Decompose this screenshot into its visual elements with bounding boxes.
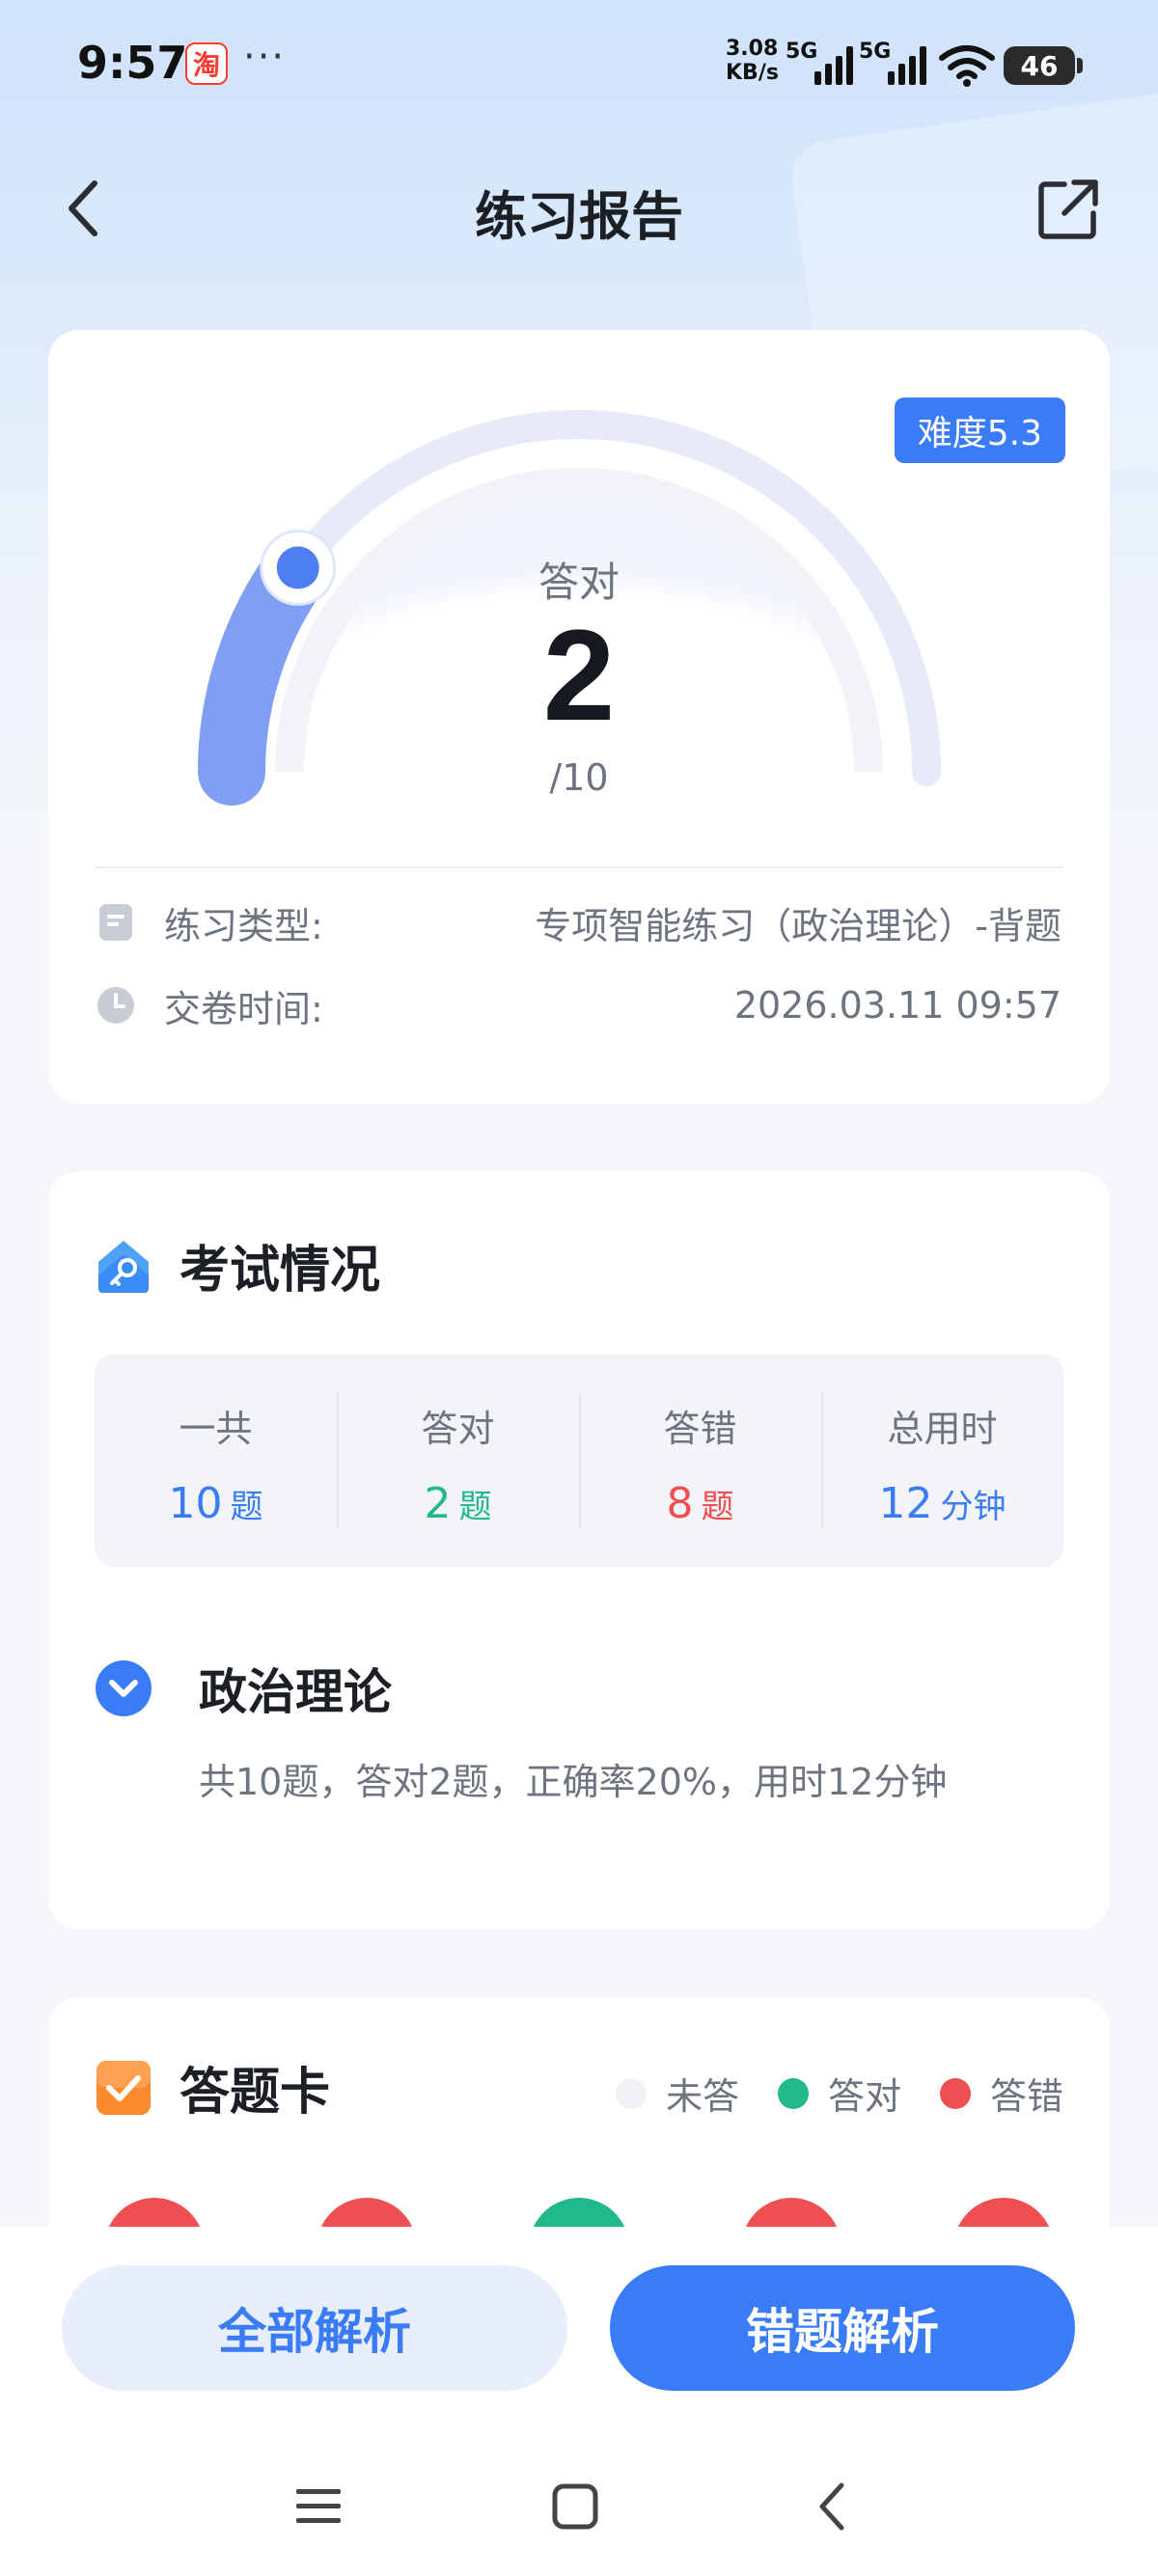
chevron-down-circle-icon[interactable] bbox=[95, 1659, 152, 1717]
document-icon bbox=[96, 903, 135, 942]
stat-time-value: 12 bbox=[878, 1479, 933, 1528]
system-nav-bar bbox=[0, 2449, 1158, 2564]
nav-home-button[interactable] bbox=[537, 2468, 614, 2545]
legend-unanswered-dot bbox=[615, 2077, 647, 2109]
stat-correct-label: 答对 bbox=[421, 1408, 495, 1450]
wrong-analysis-button[interactable]: 错题解析 bbox=[610, 2265, 1075, 2391]
stat-correct-value: 2 bbox=[424, 1479, 452, 1528]
answer-card-header: 答题卡 bbox=[95, 2051, 330, 2124]
stat-total-value: 10 bbox=[168, 1479, 223, 1528]
stat-total-label: 一共 bbox=[179, 1408, 253, 1450]
legend-correct-dot bbox=[777, 2077, 809, 2109]
nav-menu-button[interactable] bbox=[280, 2468, 357, 2545]
exam-section-title: 考试情况 bbox=[179, 1242, 381, 1300]
correct-count: 2 bbox=[542, 604, 616, 748]
submit-time-row: 交卷时间: 2026.03.11 09:57 bbox=[96, 976, 1062, 1034]
all-analysis-button[interactable]: 全部解析 bbox=[62, 2265, 567, 2391]
signal-2-label: 5G bbox=[859, 40, 891, 64]
share-external-icon bbox=[1038, 179, 1098, 239]
stat-wrong-label: 答错 bbox=[663, 1408, 737, 1450]
exam-section-header: 考试情况 bbox=[95, 1229, 380, 1302]
total-count: /10 bbox=[549, 756, 609, 799]
network-speed: 3.08 KB/s bbox=[726, 37, 779, 85]
legend-wrong-dot bbox=[939, 2077, 971, 2109]
practice-type-label: 练习类型: bbox=[164, 904, 323, 947]
subject-description: 共10题，答对2题，正确率20%，用时12分钟 bbox=[199, 1761, 948, 1803]
back-triangle-icon bbox=[819, 2482, 844, 2531]
legend-unanswered-label: 未答 bbox=[665, 2075, 739, 2118]
correct-label: 答对 bbox=[538, 559, 620, 606]
home-square-icon bbox=[552, 2483, 598, 2530]
subject-row[interactable]: 政治理论 bbox=[95, 1654, 392, 1723]
submit-time-label: 交卷时间: bbox=[164, 987, 323, 1030]
stat-correct: 答对 2题 bbox=[337, 1393, 579, 1528]
divider bbox=[95, 866, 1063, 868]
more-notifications-icon: ··· bbox=[243, 35, 287, 79]
wifi-icon bbox=[939, 45, 995, 87]
answer-card-title: 答题卡 bbox=[179, 2064, 331, 2122]
stat-time-unit: 分钟 bbox=[940, 1488, 1006, 1526]
share-button[interactable] bbox=[1025, 166, 1112, 253]
stat-wrong-unit: 题 bbox=[701, 1488, 734, 1526]
menu-icon bbox=[296, 2489, 341, 2523]
stat-time-label: 总用时 bbox=[887, 1408, 998, 1450]
status-bar: 9:57 淘 ··· 3.08 KB/s 5G 5G 46 bbox=[0, 0, 1158, 131]
battery-icon: 46 bbox=[1004, 46, 1083, 85]
score-card: 难度5.3 答对 2 /10 练习类型: 专项智能练习（政治理论）-背题 交卷时… bbox=[48, 330, 1110, 1104]
page-title: 练习报告 bbox=[475, 186, 683, 247]
exam-summary-card: 考试情况 一共 10 题 答对 2题 答错 8题 总用时 12 分钟 政治理论 共1… bbox=[48, 1171, 1110, 1930]
legend-wrong-label: 答错 bbox=[989, 2075, 1063, 2118]
practice-type-row: 练习类型: 专项智能练习（政治理论）-背题 bbox=[96, 893, 1062, 951]
bottom-action-bar: 全部解析 错题解析 bbox=[0, 2227, 1158, 2576]
stat-wrong-value: 8 bbox=[666, 1479, 694, 1528]
network-speed-unit: KB/s bbox=[726, 61, 779, 85]
taobao-notification-icon: 淘 bbox=[185, 42, 228, 85]
signal-1-label: 5G bbox=[786, 40, 817, 64]
stat-total: 一共 10 题 bbox=[95, 1393, 337, 1528]
practice-type-value: 专项智能练习（政治理论）-背题 bbox=[535, 904, 1062, 947]
submit-time-value: 2026.03.11 09:57 bbox=[733, 984, 1062, 1027]
status-time: 9:57 bbox=[77, 37, 188, 89]
signal-1-icon: 5G bbox=[786, 40, 853, 85]
subject-title: 政治理论 bbox=[199, 1664, 392, 1720]
stat-total-unit: 题 bbox=[230, 1488, 263, 1526]
clock-icon bbox=[96, 986, 135, 1025]
legend-correct-label: 答对 bbox=[827, 2075, 901, 2118]
checkbox-icon bbox=[96, 2060, 151, 2115]
answer-legend: 未答 答对 答错 bbox=[615, 2067, 1063, 2120]
home-key-icon bbox=[98, 1240, 149, 1293]
stats-box: 一共 10 题 答对 2题 答错 8题 总用时 12 分钟 bbox=[95, 1355, 1063, 1567]
stat-wrong: 答错 8题 bbox=[579, 1393, 821, 1528]
stat-time: 总用时 12 分钟 bbox=[821, 1393, 1063, 1528]
stat-correct-unit: 题 bbox=[458, 1488, 492, 1526]
header: 练习报告 bbox=[0, 154, 1158, 260]
network-speed-value: 3.08 bbox=[726, 37, 779, 61]
nav-back-button[interactable] bbox=[793, 2468, 870, 2545]
signal-2-icon: 5G bbox=[859, 40, 926, 85]
